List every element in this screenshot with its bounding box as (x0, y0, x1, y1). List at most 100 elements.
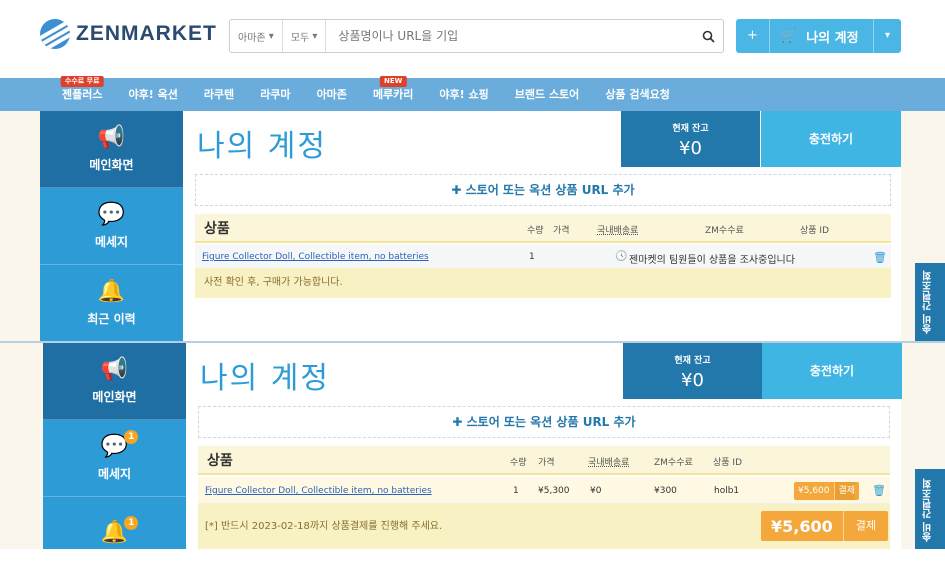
search-button[interactable] (693, 20, 723, 52)
balance-caption: 현재 잔고 (674, 356, 711, 366)
search-input[interactable] (326, 20, 693, 52)
account-panel-before: 📢 메인화면 💬 메세지 🔔 최근 이력 나의 계정 현재 잔고 ¥0 충전하기… (0, 111, 945, 341)
balance-amount: ¥0 (681, 370, 704, 391)
page-title: 나의 계정 (200, 361, 330, 396)
chevron-down-icon: ▾ (265, 30, 274, 42)
product-link[interactable]: Figure Collector Doll, Collectible item,… (205, 486, 432, 496)
sidebar-item-label: 메인화면 (92, 390, 137, 404)
notification-badge: 1 (124, 515, 139, 530)
notification-badge: 1 (124, 430, 139, 444)
logo-text: ZENMARKET (76, 22, 217, 45)
nav-item-rakuten[interactable]: 라쿠텐 (194, 78, 244, 111)
add-url-button[interactable]: ✚ 스토어 또는 옥션 상품 URL 추가 (195, 174, 891, 206)
sidebar-item-label: 메세지 (97, 467, 132, 481)
total-pay-label: 결제 (842, 511, 888, 541)
account-sidebar: 📢 메인화면 💬 메세지 🔔 최근 이력 (40, 111, 183, 341)
col-domestic-shipping: 국내배송료 (597, 226, 639, 236)
nav-label: 상품 검색요청 (605, 88, 670, 101)
nav-item-rakuma[interactable]: 라쿠마 (250, 78, 300, 111)
page-title: 나의 계정 (197, 129, 327, 164)
shipping-quick-check-tab[interactable]: 송비 간편조회 (915, 469, 945, 549)
col-zm-fee: ZM수수료 (654, 458, 693, 468)
main-nav: 수수료 무료 젠플러스 야후! 옥션 라쿠텐 라쿠마 아마존 NEW 메루카리 … (0, 76, 945, 111)
nav-item-search-request[interactable]: 상품 검색요청 (595, 78, 680, 111)
table-title: 상품 (204, 221, 230, 237)
chevron-down-icon: ▾ (309, 30, 318, 42)
account-sidebar: 📢 메인화면 💬 1 메세지 🔔 1 (43, 343, 186, 549)
product-table-header: 상품 수량 가격 국내배송료 ZM수수료 상품 ID (198, 446, 890, 475)
store-filter-dropdown[interactable]: 아마존 ▾ (230, 20, 283, 52)
search-icon (702, 30, 715, 43)
col-product-id: 상품 ID (800, 226, 830, 236)
bell-icon: 🔔 1 (101, 515, 139, 545)
balance-box: 현재 잔고 ¥0 (621, 111, 760, 167)
add-url-button[interactable]: ✚ 스토어 또는 옥션 상품 URL 추가 (198, 406, 890, 438)
scope-filter-value: 모두 (290, 32, 310, 44)
nav-item-mercari[interactable]: NEW 메루카리 (363, 76, 423, 111)
total-pay-button[interactable]: ¥5,600 결제 (761, 511, 888, 541)
cart-icon: 🛒 (780, 28, 797, 44)
nav-item-brand-store[interactable]: 브랜드 스토어 (505, 78, 590, 111)
col-qty: 수량 (527, 226, 544, 236)
speech-bubble-icon: 💬 (97, 202, 126, 227)
search-bar: 아마존 ▾ 모두 ▾ (229, 19, 724, 53)
row-domestic-shipping: ¥0 (590, 486, 602, 496)
bottom-whitespace (0, 549, 945, 569)
sidebar-item-history[interactable]: 🔔 1 (43, 497, 186, 549)
row-price: ¥5,300 (538, 486, 570, 496)
col-domestic-shipping: 국내배송료 (588, 458, 630, 468)
account-plus-button[interactable]: + (736, 19, 770, 53)
nav-item-amazon[interactable]: 아마존 (307, 78, 357, 111)
sidebar-item-main[interactable]: 📢 메인화면 (43, 343, 186, 420)
row-qty: 1 (513, 486, 519, 496)
speech-bubble-icon: 💬 1 (101, 430, 139, 459)
total-pay-amount: ¥5,600 (771, 516, 833, 536)
sidebar-item-messages[interactable]: 💬 메세지 (40, 188, 183, 265)
trash-icon[interactable]: 🗑 (872, 484, 886, 497)
table-row: Figure Collector Doll, Collectible item,… (198, 477, 890, 504)
megaphone-icon: 📢 (97, 125, 126, 150)
sidebar-item-label: 메세지 (94, 235, 129, 249)
store-filter-value: 아마존 (238, 32, 266, 44)
top-header: ZENMARKET 아마존 ▾ 모두 ▾ + 🛒 나의 계정 ▾ (0, 0, 945, 78)
row-status: 젠마켓의 팀원들이 상품을 조사중입니다 (629, 255, 795, 266)
account-menu[interactable]: + 🛒 나의 계정 ▾ (736, 19, 901, 53)
account-dropdown-caret[interactable]: ▾ (873, 19, 901, 53)
nav-badge: 수수료 무료 (60, 76, 104, 87)
product-table-header: 상품 수량 가격 국내배송료 ZM수수료 상품 ID (195, 214, 891, 243)
row-qty: 1 (529, 252, 535, 262)
account-main: 나의 계정 현재 잔고 ¥0 충전하기 ✚ 스토어 또는 옥션 상품 URL 추… (186, 343, 902, 549)
account-button[interactable]: 🛒 나의 계정 (770, 27, 873, 46)
account-main: 나의 계정 현재 잔고 ¥0 충전하기 ✚ 스토어 또는 옥션 상품 URL 추… (183, 111, 901, 341)
product-link[interactable]: Figure Collector Doll, Collectible item,… (202, 252, 429, 262)
trash-icon[interactable]: 🗑 (873, 251, 887, 264)
nav-item-yahoo-shopping[interactable]: 야후! 쇼핑 (429, 78, 498, 111)
logo-globe-icon (40, 19, 70, 49)
sidebar-item-label: 최근 이력 (87, 312, 136, 326)
nav-label: 야후! 옥션 (128, 88, 178, 101)
row-pay-button[interactable]: ¥5,600 결제 (794, 482, 860, 500)
charge-button[interactable]: 충전하기 (761, 111, 901, 167)
nav-label: 메루카리 (372, 88, 414, 101)
scope-filter-dropdown[interactable]: 모두 ▾ (283, 20, 327, 52)
clock-icon: 🕓 (615, 251, 628, 262)
balance-caption: 현재 잔고 (672, 124, 709, 134)
table-title: 상품 (207, 453, 233, 469)
sidebar-item-main[interactable]: 📢 메인화면 (40, 111, 183, 188)
nav-item-yahoo-auction[interactable]: 야후! 옥션 (118, 78, 187, 111)
nav-label: 브랜드 스토어 (514, 88, 580, 101)
col-price: 가격 (538, 458, 555, 468)
notice-banner: 사전 확인 후, 구매가 가능합니다. (195, 268, 891, 298)
sidebar-item-label: 메인화면 (89, 158, 134, 172)
sidebar-item-history[interactable]: 🔔 최근 이력 (40, 265, 183, 341)
nav-item-zenplus[interactable]: 수수료 무료 젠플러스 (52, 76, 112, 111)
charge-button[interactable]: 충전하기 (762, 343, 902, 399)
megaphone-icon: 📢 (100, 357, 129, 382)
col-product-id: 상품 ID (713, 458, 743, 468)
row-zm-fee: ¥300 (654, 486, 677, 496)
shipping-quick-check-tab[interactable]: 송비 간편조회 (915, 263, 945, 341)
sidebar-item-messages[interactable]: 💬 1 메세지 (43, 420, 186, 497)
nav-badge: NEW (379, 76, 407, 87)
col-qty: 수량 (510, 458, 527, 468)
zenmarket-logo[interactable]: ZENMARKET (40, 19, 217, 49)
